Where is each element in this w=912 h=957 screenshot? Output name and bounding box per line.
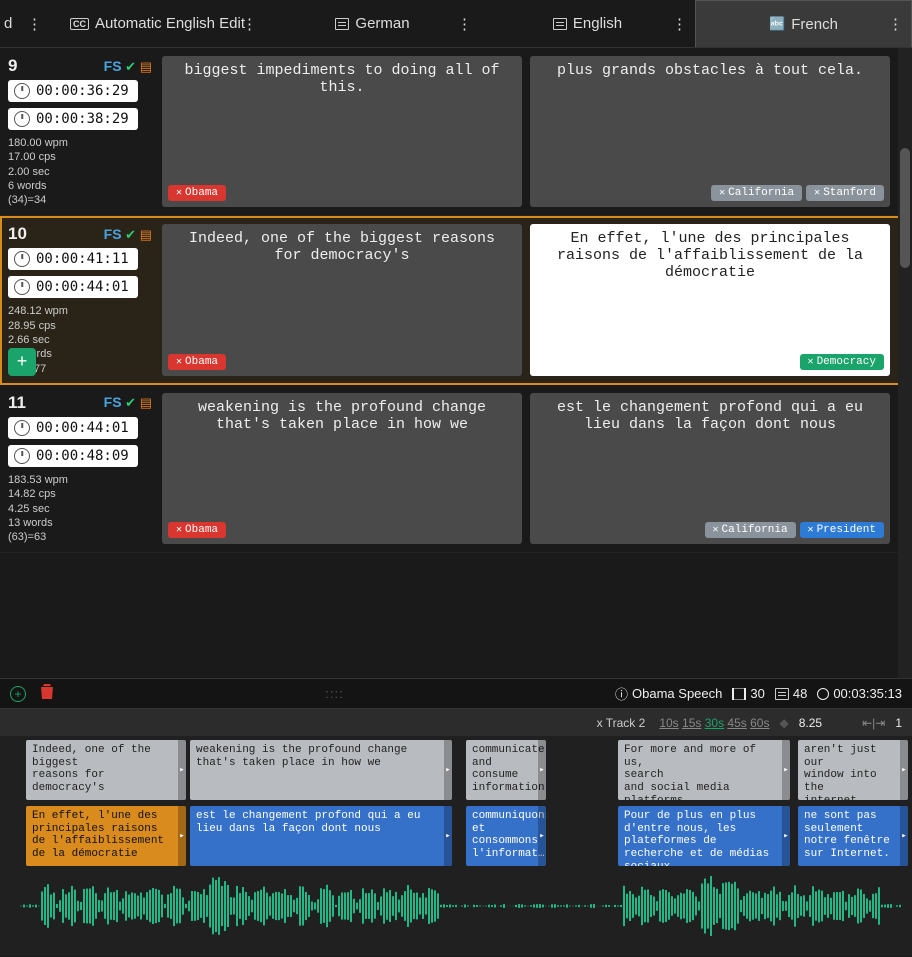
tab-english[interactable]: English⋮	[480, 0, 695, 47]
timecode-out[interactable]: 00:00:44:01	[8, 276, 138, 298]
check-icon[interactable]: ✔	[125, 395, 136, 410]
timecode-in[interactable]: 00:00:36:29	[8, 80, 138, 102]
tab-menu-icon[interactable]: ⋮	[888, 15, 903, 33]
snap-value: 1	[895, 716, 902, 730]
comment-icon[interactable]: ▤	[140, 227, 152, 242]
row-number: 11	[8, 393, 26, 413]
zoom-10s[interactable]: 10s	[659, 716, 678, 730]
clock-icon	[14, 448, 30, 464]
row-stats: 183.53 wpm14.82 cps4.25 sec13 words(63)=…	[8, 473, 152, 544]
clip-resize-handle[interactable]: ▸	[178, 740, 186, 800]
document-icon	[335, 18, 349, 30]
tab-french[interactable]: 🔤 French⋮	[695, 0, 912, 47]
add-row-button[interactable]: +	[10, 686, 26, 702]
drag-handle-icon[interactable]: ::::	[325, 686, 343, 701]
source-text[interactable]: weakening is the profound change that's …	[162, 393, 522, 544]
timeline-clip[interactable]: communicateand consumeinformation.▸	[466, 740, 546, 800]
tag-obama[interactable]: ✕Obama	[168, 185, 226, 201]
timeline-clip[interactable]: ne sont passeulementnotre fenêtresur Int…	[798, 806, 908, 866]
fs-indicator[interactable]: FS	[104, 394, 122, 410]
timecode-in[interactable]: 00:00:44:01	[8, 417, 138, 439]
target-text[interactable]: En effet, l'une des principales raisons …	[530, 224, 890, 375]
clock-icon	[14, 111, 30, 127]
scrollbar-thumb[interactable]	[900, 148, 910, 268]
clock-icon	[14, 420, 30, 436]
zoom-30s[interactable]: 30s	[705, 716, 724, 730]
vertical-scrollbar[interactable]	[898, 48, 912, 678]
timeline-clip[interactable]: est le changement profond qui a eulieu d…	[190, 806, 452, 866]
tab-german[interactable]: German⋮	[265, 0, 480, 47]
clip-resize-handle[interactable]: ▸	[178, 806, 186, 866]
zoom-60s[interactable]: 60s	[750, 716, 769, 730]
fs-indicator[interactable]: FS	[104, 226, 122, 242]
subtitle-row[interactable]: 11 FS ✔ ▤00:00:44:01 00:00:48:09 183.53 wpm…	[0, 385, 912, 553]
tag-stanford[interactable]: ✕Stanford	[806, 185, 884, 201]
clock-icon	[14, 279, 30, 295]
diamond-icon: ◆	[779, 716, 788, 730]
row-stats: 180.00 wpm17.00 cps2.00 sec6 words(34)=3…	[8, 136, 152, 207]
tab-menu-icon[interactable]: ⋮	[457, 15, 472, 33]
clip-resize-handle[interactable]: ▸	[900, 740, 908, 800]
clip-resize-handle[interactable]: ▸	[444, 806, 452, 866]
target-text[interactable]: plus grands obstacles à tout cela.✕Calif…	[530, 56, 890, 207]
zoom-15s[interactable]: 15s	[682, 716, 701, 730]
clock-icon	[14, 83, 30, 99]
timeline-clip[interactable]: weakening is the profound changethat's t…	[190, 740, 452, 800]
track-toggle[interactable]: x Track 2	[597, 716, 646, 730]
clip-resize-handle[interactable]: ▸	[444, 740, 452, 800]
tag-california[interactable]: ✕California	[711, 185, 802, 201]
translate-icon: 🔤	[769, 16, 785, 32]
delete-row-button[interactable]	[40, 684, 54, 703]
source-text[interactable]: Indeed, one of the biggest reasons for d…	[162, 224, 522, 375]
subtitle-row[interactable]: 10FS ✔ ▤00:00:41:1100:00:44:01248.12 wpm…	[0, 216, 912, 384]
total-duration: 00:03:35:13	[817, 686, 902, 701]
timecode-out[interactable]: 00:00:38:29	[8, 108, 138, 130]
timeline-clip[interactable]: For more and more of us,searchand social…	[618, 740, 790, 800]
zoom-value: 8.25	[799, 716, 822, 730]
timeline-clip[interactable]: communiquonsetconsommonsl'informat…▸	[466, 806, 546, 866]
clip-resize-handle[interactable]: ▸	[538, 806, 546, 866]
zoom-45s[interactable]: 45s	[727, 716, 746, 730]
tag-democracy[interactable]: ✕Democracy	[800, 354, 884, 370]
timeline-clip[interactable]: aren't just ourwindow into theinternet.▸	[798, 740, 908, 800]
fs-indicator[interactable]: FS	[104, 58, 122, 74]
clip-resize-handle[interactable]: ▸	[782, 740, 790, 800]
clock-icon	[14, 251, 30, 267]
timeline-clip[interactable]: En effet, l'une desprincipales raisonsde…	[26, 806, 186, 866]
timecode-out[interactable]: 00:00:48:09	[8, 445, 138, 467]
comment-icon[interactable]: ▤	[140, 59, 152, 74]
tag-california[interactable]: ✕California	[705, 522, 796, 538]
timecode-in[interactable]: 00:00:41:11	[8, 248, 138, 270]
subtitle-row[interactable]: 9 FS ✔ ▤00:00:36:29 00:00:38:29 180.00 wpm1…	[0, 48, 912, 216]
clip-count: 30	[732, 686, 764, 701]
clip-resize-handle[interactable]: ▸	[782, 806, 790, 866]
tab-menu-icon[interactable]: ⋮	[242, 15, 257, 33]
tab-automatic-english-edit[interactable]: CC Automatic English Edit⋮	[50, 0, 265, 47]
tab-menu-icon[interactable]: ⋮	[672, 15, 687, 33]
timeline-clip[interactable]: Pour de plus en plusd'entre nous, lespla…	[618, 806, 790, 866]
timeline-clip[interactable]: Indeed, one of the biggestreasons for de…	[26, 740, 186, 800]
clip-resize-handle[interactable]: ▸	[900, 806, 908, 866]
document-icon	[553, 18, 567, 30]
tag-president[interactable]: ✕President	[800, 522, 884, 538]
clip-resize-handle[interactable]: ▸	[538, 740, 546, 800]
comment-icon[interactable]: ▤	[140, 395, 152, 410]
target-text[interactable]: est le changement profond qui a eu lieu …	[530, 393, 890, 544]
tag-obama[interactable]: ✕Obama	[168, 354, 226, 370]
tag-obama[interactable]: ✕Obama	[168, 522, 226, 538]
row-number: 9	[8, 56, 17, 76]
add-subtitle-button[interactable]: +	[8, 348, 36, 376]
waveform[interactable]	[0, 876, 912, 936]
project-title: ⓘ Obama Speech	[615, 684, 722, 703]
subtitle-count: 48	[775, 686, 807, 701]
check-icon[interactable]: ✔	[125, 227, 136, 242]
cc-icon: CC	[70, 18, 89, 30]
source-text[interactable]: biggest impediments to doing all of this…	[162, 56, 522, 207]
row-number: 10	[8, 224, 27, 244]
tab-partial[interactable]: d⋮	[0, 0, 50, 47]
tab-menu-icon[interactable]: ⋮	[27, 15, 42, 33]
snap-icon[interactable]: ⇤|⇥	[862, 716, 885, 730]
check-icon[interactable]: ✔	[125, 59, 136, 74]
